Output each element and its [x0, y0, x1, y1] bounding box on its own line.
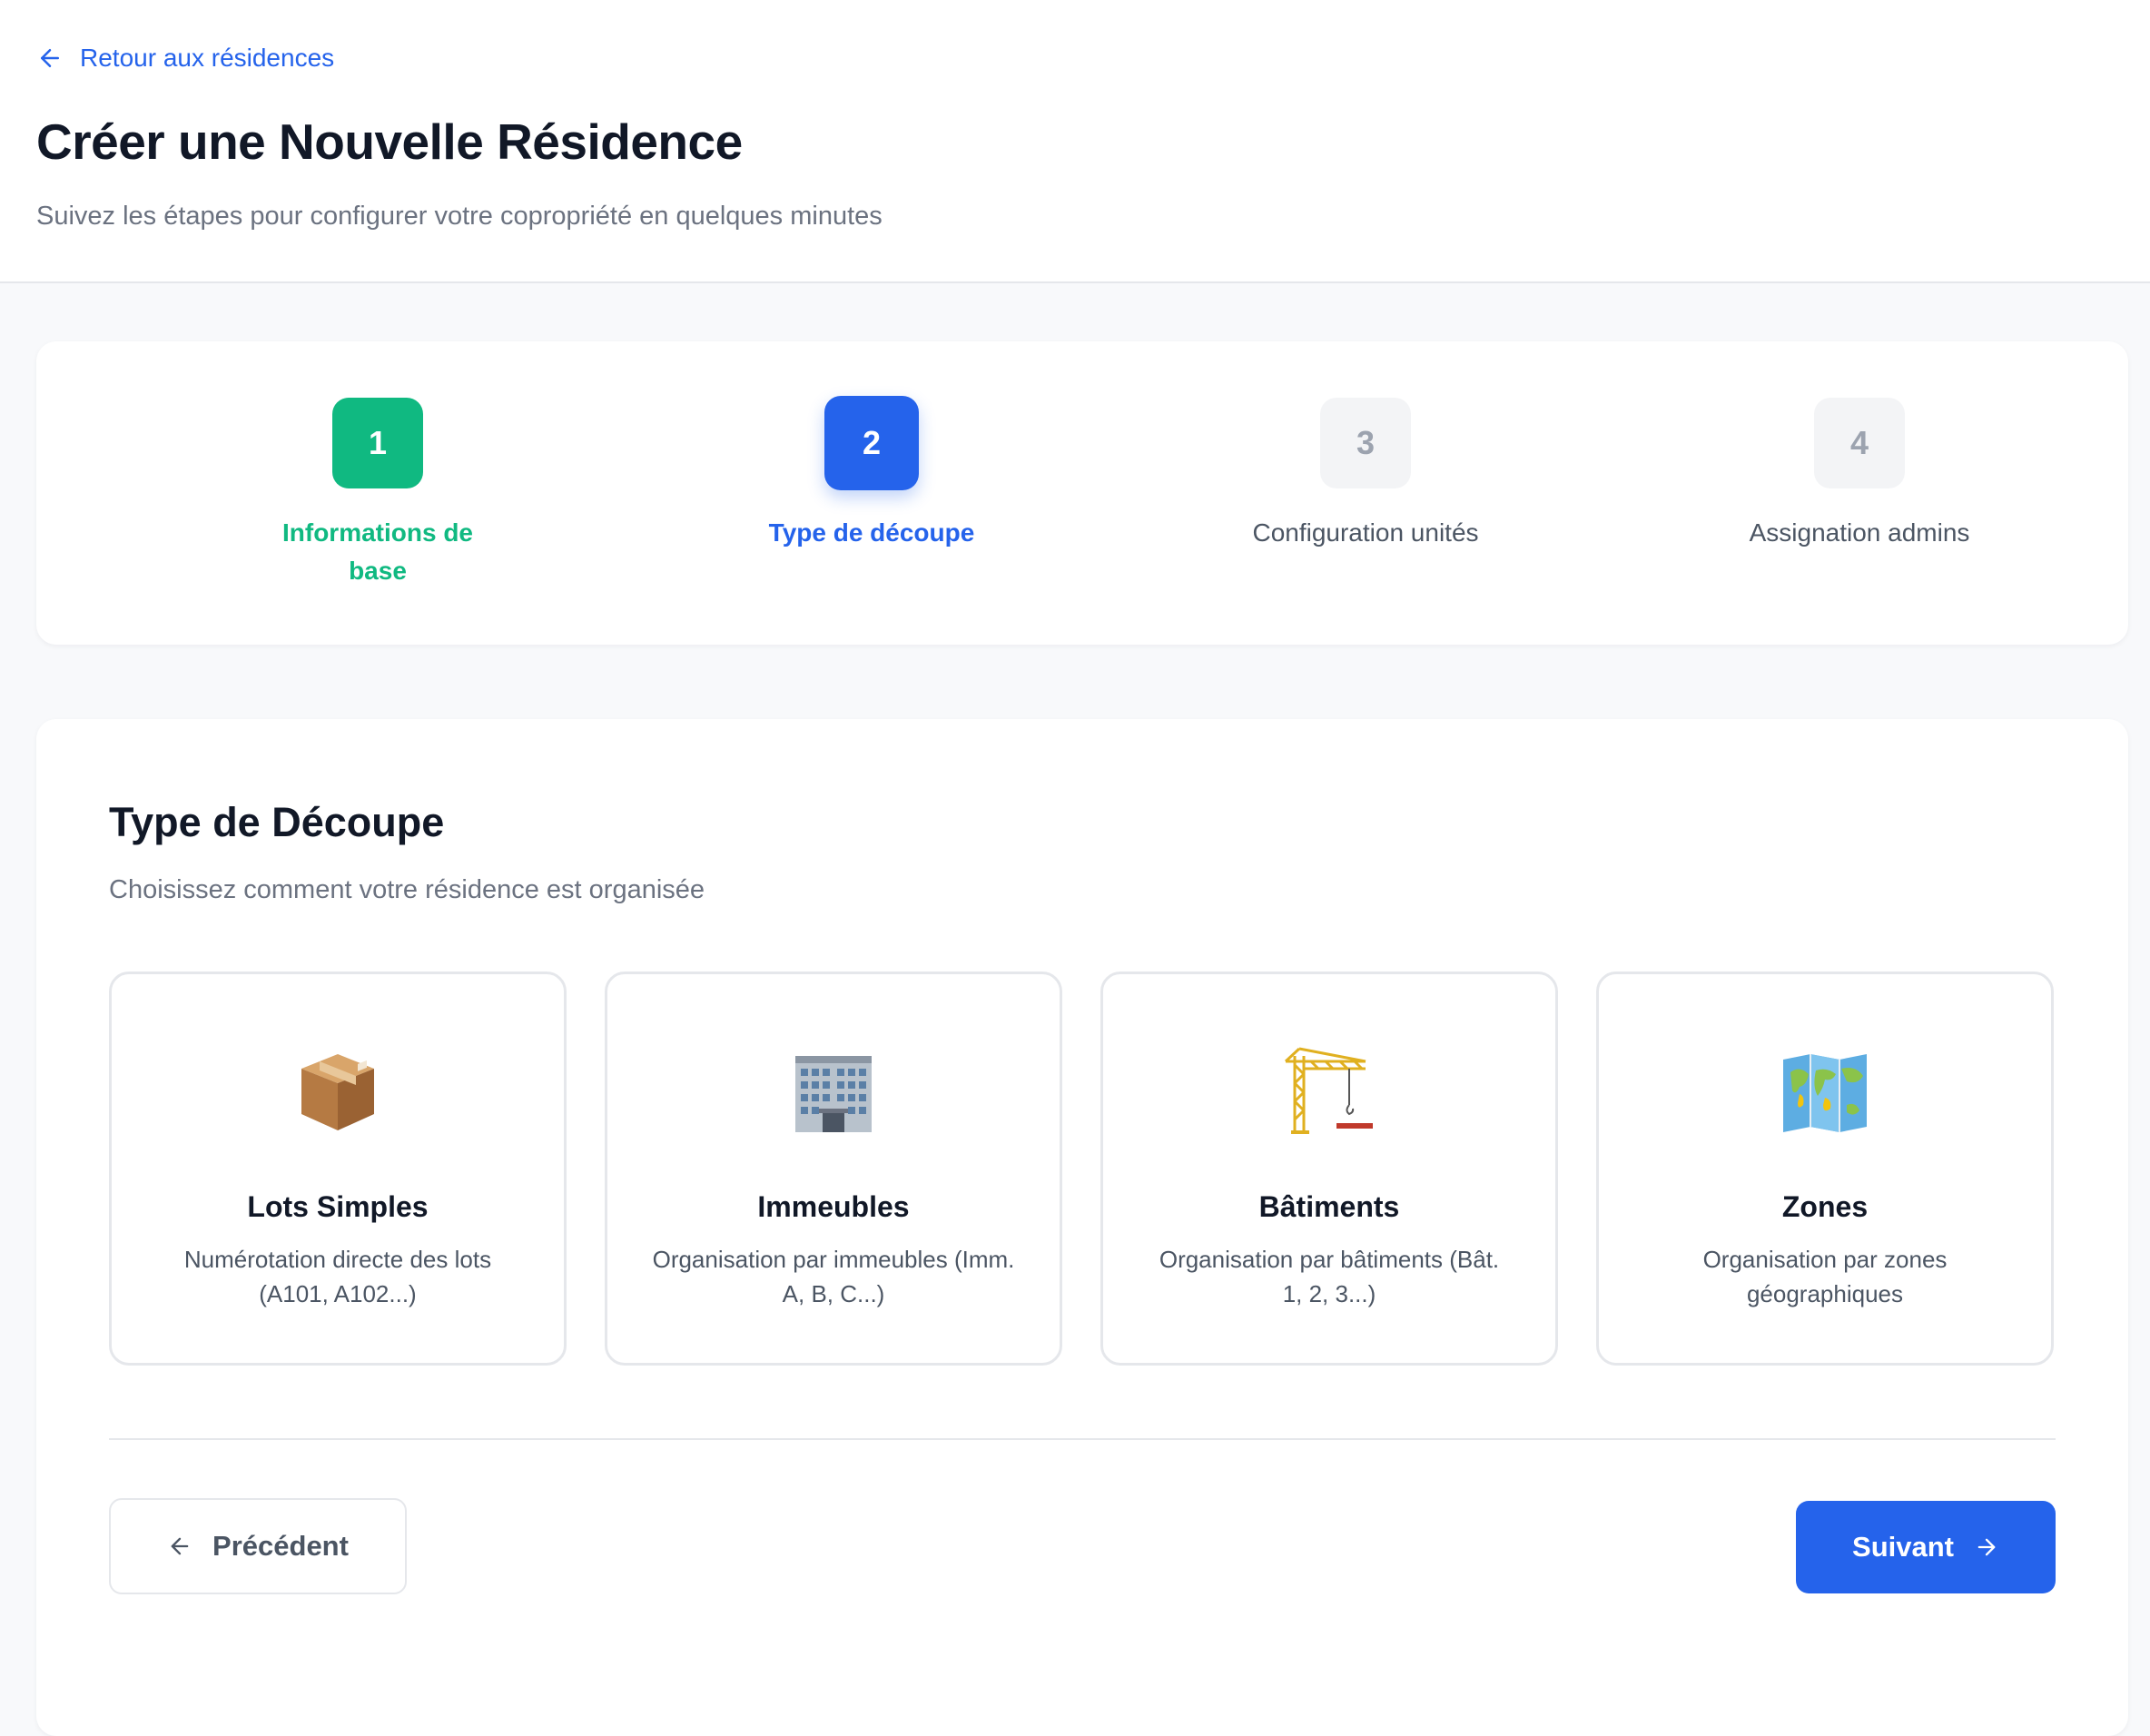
option-description: Numérotation directe des lots (A101, A10… [183, 1246, 492, 1307]
package-box-icon [301, 1054, 374, 1130]
section-title: Type de Découpe [109, 799, 445, 845]
option-immeubles[interactable]: Immeubles Organisation par immeubles (Im… [605, 972, 1062, 1366]
option-description: Organisation par bâtiments (Bât. 1, 2, 3… [1159, 1246, 1500, 1307]
option-title: Immeubles [757, 1190, 910, 1223]
arrow-left-icon [171, 1537, 189, 1555]
world-map-icon [1783, 1054, 1867, 1132]
step-configuration-unites[interactable]: 3 Configuration unités [1175, 398, 1556, 552]
step-number-badge: 3 [1320, 398, 1411, 488]
section-subtitle: Choisissez comment votre résidence est o… [109, 875, 705, 904]
page-subtitle: Suivez les étapes pour configurer votre … [36, 202, 883, 231]
step-label: Assignation admins [1749, 518, 1970, 547]
stepper: 1 Informations de base 2 Type de découpe… [36, 341, 2128, 645]
option-description: Organisation par immeubles (Imm. A, B, C… [652, 1246, 1015, 1307]
decoupe-type-card: Type de Découpe Choisissez comment votre… [36, 719, 2128, 1736]
arrow-left-icon [41, 49, 59, 67]
step-label: Configuration unités [1252, 518, 1479, 547]
option-lots-simples[interactable]: Lots Simples Numérotation directe des lo… [109, 972, 567, 1366]
step-number-badge: 2 [824, 396, 919, 490]
next-button[interactable]: Suivant [1796, 1501, 2056, 1593]
option-batiments[interactable]: Bâtiments Organisation par bâtiments (Bâ… [1100, 972, 1558, 1366]
step-label: Informations de base [281, 518, 473, 585]
step-label: Type de découpe [768, 518, 975, 547]
previous-button-label: Précédent [212, 1530, 349, 1562]
page-header: Retour aux résidences Créer une Nouvelle… [0, 0, 2150, 283]
option-title: Bâtiments [1258, 1190, 1400, 1223]
back-to-residences-link[interactable]: Retour aux résidences [36, 40, 334, 76]
option-zones[interactable]: Zones Organisation par zones géographiqu… [1596, 972, 2054, 1366]
construction-crane-icon [1284, 1047, 1373, 1134]
next-button-label: Suivant [1852, 1531, 1954, 1563]
step-assignation-admins[interactable]: 4 Assignation admins [1669, 398, 2050, 552]
option-description: Organisation par zones géographiques [1702, 1246, 1948, 1307]
page-title: Créer une Nouvelle Résidence [36, 113, 743, 170]
previous-button[interactable]: Précédent [109, 1498, 407, 1594]
back-link-label: Retour aux résidences [80, 44, 335, 72]
step-number-badge: 4 [1814, 398, 1905, 488]
office-building-icon [795, 1056, 872, 1132]
arrow-right-icon [1977, 1538, 1996, 1556]
step-informations-de-base[interactable]: 1 Informations de base [187, 398, 568, 590]
step-number-badge: 1 [332, 398, 423, 488]
option-title: Zones [1781, 1190, 1869, 1223]
footer-divider [109, 1438, 2056, 1440]
option-title: Lots Simples [247, 1190, 429, 1223]
step-type-de-decoupe[interactable]: 2 Type de découpe [681, 396, 1062, 552]
